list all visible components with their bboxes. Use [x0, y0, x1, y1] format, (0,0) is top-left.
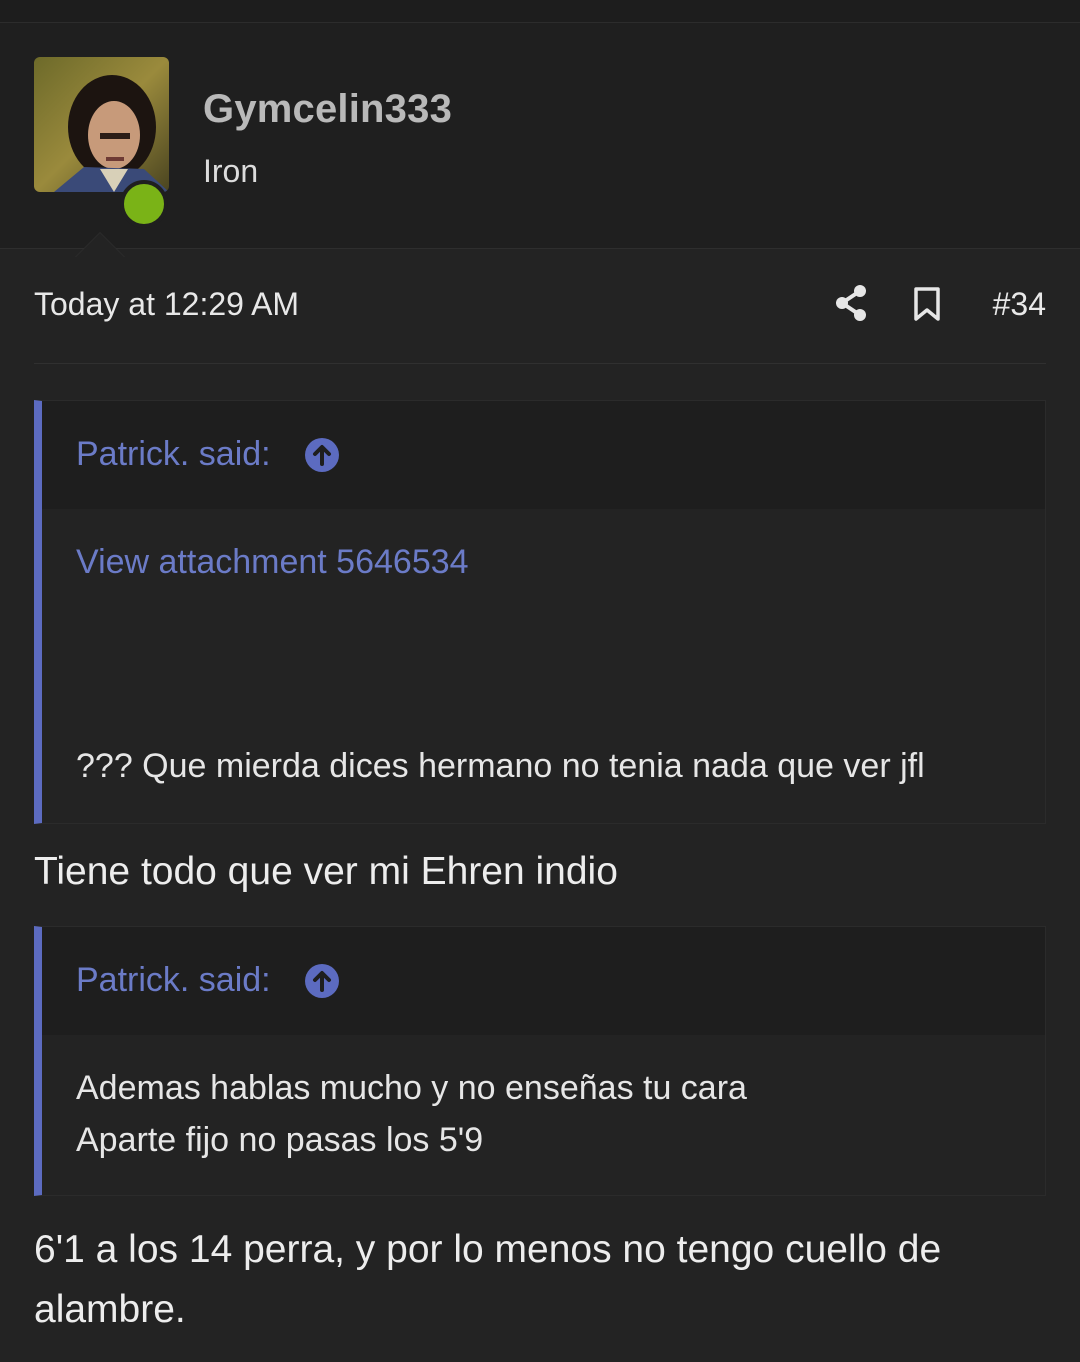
reply-text: Tiene todo que ver mi Ehren indio: [34, 850, 618, 893]
quote-author[interactable]: Patrick. said:: [76, 961, 271, 1000]
quote-text: Aparte fijo no pasas los 5'9: [76, 1121, 484, 1159]
share-icon[interactable]: [834, 284, 868, 322]
quote-text: ??? Que mierda dices hermano no tenia na…: [76, 747, 925, 785]
quote-body: View attachment 5646534 ??? Que mierda d…: [42, 509, 1045, 823]
header-pointer: [76, 233, 124, 257]
message-user-header: Gymcelin333 Iron: [0, 23, 1080, 257]
user-title: Iron: [203, 153, 259, 189]
bookmark-icon[interactable]: [912, 286, 942, 322]
quote-header: Patrick. said:: [42, 927, 1045, 1035]
arrow-up-circle-icon[interactable]: [304, 963, 340, 999]
post-date[interactable]: Today at 12:29 AM: [34, 286, 299, 323]
reply-text: 6'1 a los 14 perra, y por lo menos no te…: [34, 1228, 942, 1331]
post-number[interactable]: #34: [993, 286, 1046, 323]
divider: [34, 363, 1046, 364]
username[interactable]: Gymcelin333: [203, 87, 452, 132]
quote-header: Patrick. said:: [42, 401, 1045, 509]
online-status-indicator: [120, 180, 168, 228]
quote-text: Ademas hablas mucho y no enseñas tu cara: [76, 1069, 747, 1107]
post-meta-row: Today at 12:29 AM #34: [34, 282, 1046, 328]
quote-block: Patrick. said: View attachment 5646534 ?…: [34, 400, 1046, 824]
top-strip: [0, 0, 1080, 23]
quote-block: Patrick. said: Ademas hablas mucho y no …: [34, 926, 1046, 1196]
avatar-image: [34, 57, 169, 192]
view-attachment-link[interactable]: View attachment 5646534: [76, 543, 469, 582]
quote-body: Ademas hablas mucho y no enseñas tu cara…: [42, 1035, 1045, 1195]
quote-author[interactable]: Patrick. said:: [76, 435, 271, 474]
arrow-up-circle-icon[interactable]: [304, 437, 340, 473]
avatar[interactable]: [34, 57, 169, 192]
